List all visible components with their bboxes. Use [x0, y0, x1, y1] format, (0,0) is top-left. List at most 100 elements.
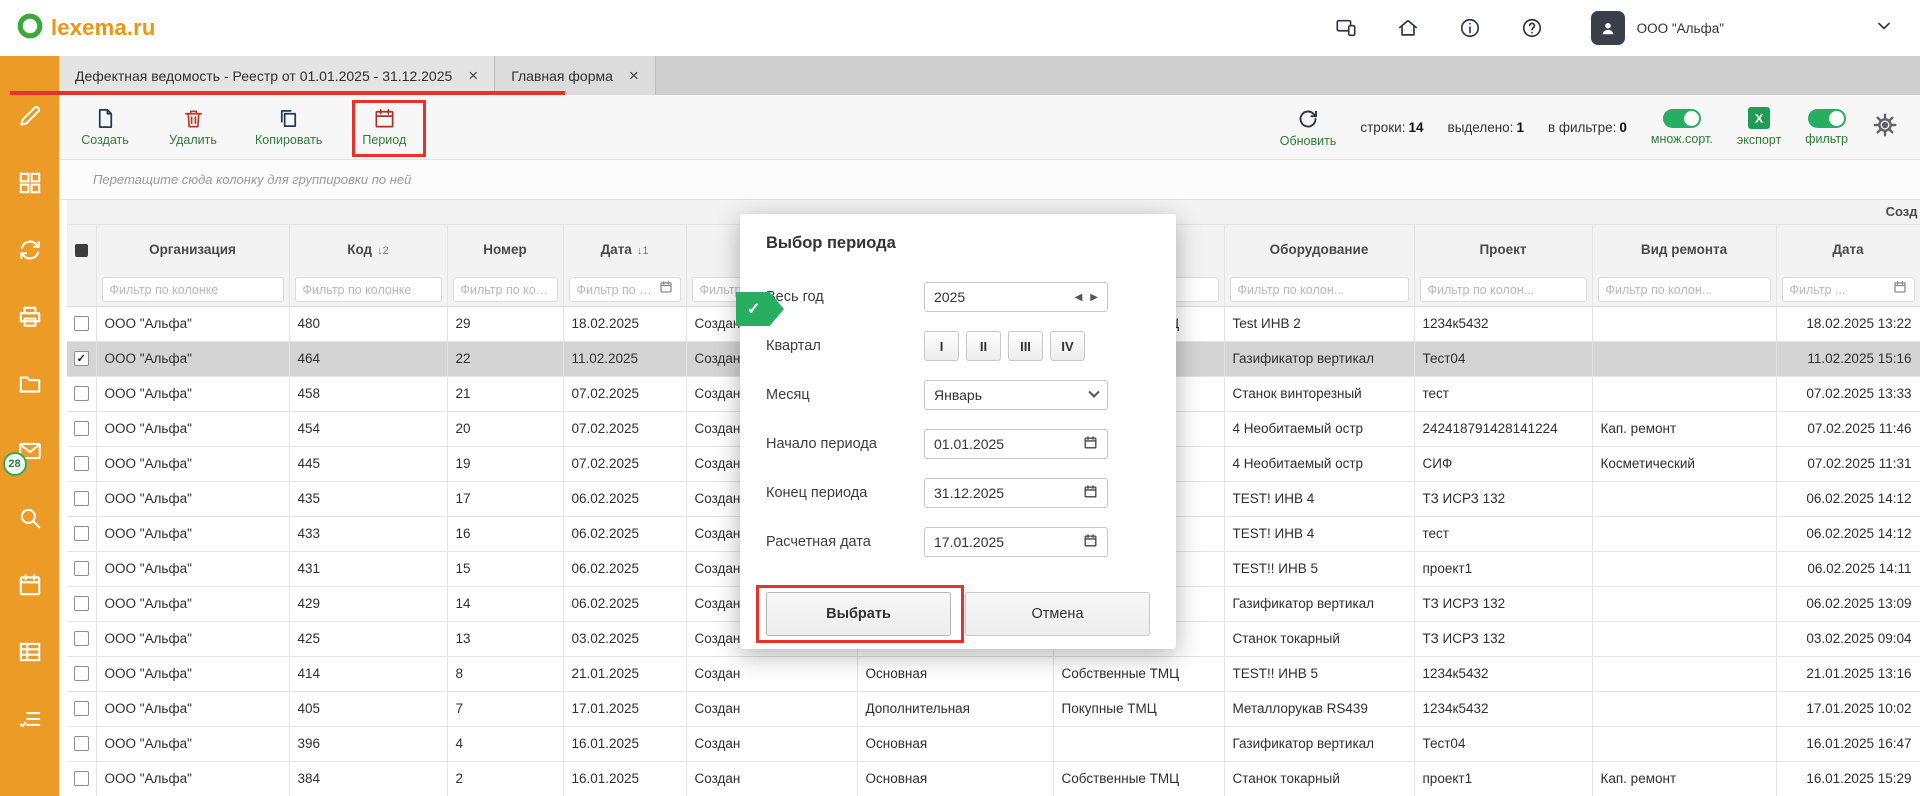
cell-ownership[interactable]: [1053, 726, 1224, 761]
table-row[interactable]: ООО "Альфа" 396 4 16.01.2025 Создан Осно…: [67, 726, 1920, 761]
collapse-chevron-icon[interactable]: [1874, 16, 1894, 41]
cell-organization[interactable]: ООО "Альфа": [96, 516, 289, 551]
quarter-4-button[interactable]: IV: [1050, 331, 1085, 361]
cell-repair-type[interactable]: Косметический: [1592, 446, 1776, 481]
row-checkbox[interactable]: [67, 621, 96, 656]
cell-created[interactable]: 16.01.2025 15:29: [1776, 761, 1920, 796]
period-button[interactable]: Период: [358, 107, 410, 147]
filter-input-created-date[interactable]: Фильтр ...: [1782, 277, 1915, 302]
cell-created[interactable]: 06.02.2025 14:11: [1776, 551, 1920, 586]
cell-equipment[interactable]: Газификатор вертикал: [1224, 586, 1414, 621]
cell-equipment[interactable]: 4 Необитаемый остр: [1224, 446, 1414, 481]
cell-organization[interactable]: ООО "Альфа": [96, 586, 289, 621]
cell-created[interactable]: 18.02.2025 13:22: [1776, 306, 1920, 341]
cell-repair-type[interactable]: [1592, 691, 1776, 726]
sidebar-item-documents[interactable]: [16, 370, 44, 398]
cell-date[interactable]: 03.02.2025: [563, 621, 686, 656]
cell-organization[interactable]: ООО "Альфа": [96, 726, 289, 761]
cell-repair-type[interactable]: [1592, 376, 1776, 411]
select-all-checkbox[interactable]: [67, 224, 96, 274]
cell-number[interactable]: 8: [447, 656, 563, 691]
sidebar-item-print[interactable]: [16, 303, 44, 331]
cell-created[interactable]: 11.02.2025 15:16: [1776, 341, 1920, 376]
cell-created[interactable]: 07.02.2025 11:46: [1776, 411, 1920, 446]
column-header-created-date[interactable]: Дата: [1776, 224, 1920, 274]
cell-number[interactable]: 29: [447, 306, 563, 341]
cell-organization[interactable]: ООО "Альфа": [96, 656, 289, 691]
calc-date-input[interactable]: 17.01.2025: [924, 527, 1108, 557]
row-checkbox[interactable]: [67, 446, 96, 481]
quarter-2-button[interactable]: II: [966, 331, 1001, 361]
row-checkbox[interactable]: [67, 411, 96, 446]
cell-type[interactable]: Основная: [857, 761, 1053, 796]
cell-date[interactable]: 16.01.2025: [563, 761, 686, 796]
column-header-repair-type[interactable]: Вид ремонта: [1592, 224, 1776, 274]
cell-number[interactable]: 15: [447, 551, 563, 586]
cell-date[interactable]: 06.02.2025: [563, 551, 686, 586]
cell-created[interactable]: 06.02.2025 14:12: [1776, 481, 1920, 516]
cell-code[interactable]: 414: [289, 656, 447, 691]
cell-number[interactable]: 4: [447, 726, 563, 761]
row-checkbox[interactable]: [67, 516, 96, 551]
cell-ownership[interactable]: Собственные ТМЦ: [1053, 761, 1224, 796]
cell-equipment[interactable]: Газификатор вертикал: [1224, 341, 1414, 376]
sidebar-item-search[interactable]: [16, 504, 44, 532]
cell-organization[interactable]: ООО "Альфа": [96, 376, 289, 411]
sidebar-item-mail[interactable]: 28: [16, 437, 44, 465]
cell-number[interactable]: 22: [447, 341, 563, 376]
cell-date[interactable]: 06.02.2025: [563, 481, 686, 516]
year-prev-icon[interactable]: ◀: [1075, 292, 1083, 303]
cell-project[interactable]: тест: [1414, 376, 1592, 411]
cell-code[interactable]: 480: [289, 306, 447, 341]
calendar-icon[interactable]: [659, 280, 673, 299]
cell-organization[interactable]: ООО "Альфа": [96, 761, 289, 796]
cell-created[interactable]: 07.02.2025 11:31: [1776, 446, 1920, 481]
cell-type[interactable]: Основная: [857, 726, 1053, 761]
cell-date[interactable]: 07.02.2025: [563, 446, 686, 481]
row-checkbox[interactable]: [67, 376, 96, 411]
cell-code[interactable]: 445: [289, 446, 447, 481]
cell-created[interactable]: 03.02.2025 09:04: [1776, 621, 1920, 656]
row-checkbox[interactable]: ✓: [67, 341, 96, 376]
cell-repair-type[interactable]: [1592, 726, 1776, 761]
cell-project[interactable]: ТЗ ИСРЗ 132: [1414, 481, 1592, 516]
cell-created[interactable]: 06.02.2025 13:09: [1776, 586, 1920, 621]
filter-input-repair-type[interactable]: Фильтр по колон...: [1598, 277, 1771, 302]
cell-repair-type[interactable]: [1592, 516, 1776, 551]
cell-equipment[interactable]: Станок токарный: [1224, 761, 1414, 796]
cell-code[interactable]: 396: [289, 726, 447, 761]
column-header-number[interactable]: Номер: [447, 224, 563, 274]
sidebar-item-sync[interactable]: [16, 236, 44, 264]
cell-code[interactable]: 405: [289, 691, 447, 726]
cell-state[interactable]: Создан: [686, 726, 857, 761]
quarter-3-button[interactable]: III: [1008, 331, 1043, 361]
cell-project[interactable]: проект1: [1414, 761, 1592, 796]
cell-state[interactable]: Создан: [686, 761, 857, 796]
cell-organization[interactable]: ООО "Альфа": [96, 411, 289, 446]
period-end-input[interactable]: 31.12.2025: [924, 478, 1108, 508]
column-header-equipment[interactable]: Оборудование: [1224, 224, 1414, 274]
cell-organization[interactable]: ООО "Альфа": [96, 481, 289, 516]
cell-repair-type[interactable]: Кап. ремонт: [1592, 761, 1776, 796]
cell-state[interactable]: Создан: [686, 691, 857, 726]
year-spinner[interactable]: 2025 ◀ ▶: [924, 282, 1108, 312]
cell-number[interactable]: 14: [447, 586, 563, 621]
cell-organization[interactable]: ООО "Альфа": [96, 446, 289, 481]
sidebar-item-edit[interactable]: [16, 102, 44, 130]
cell-date[interactable]: 21.01.2025: [563, 656, 686, 691]
sidebar-item-calendar[interactable]: [16, 571, 44, 599]
cell-project[interactable]: Тест04: [1414, 341, 1592, 376]
sidebar-item-table-settings[interactable]: [16, 638, 44, 666]
row-checkbox[interactable]: [67, 481, 96, 516]
cell-date[interactable]: 18.02.2025: [563, 306, 686, 341]
cell-number[interactable]: 16: [447, 516, 563, 551]
cell-code[interactable]: 425: [289, 621, 447, 656]
cell-equipment[interactable]: 4 Необитаемый остр: [1224, 411, 1414, 446]
cell-organization[interactable]: ООО "Альфа": [96, 551, 289, 586]
cell-project[interactable]: ТЗ ИСРЗ 132: [1414, 586, 1592, 621]
cell-date[interactable]: 11.02.2025: [563, 341, 686, 376]
cell-date[interactable]: 17.01.2025: [563, 691, 686, 726]
cell-equipment[interactable]: Test ИНВ 2: [1224, 306, 1414, 341]
column-header-organization[interactable]: Организация: [96, 224, 289, 274]
copy-button[interactable]: Копировать: [255, 107, 322, 147]
